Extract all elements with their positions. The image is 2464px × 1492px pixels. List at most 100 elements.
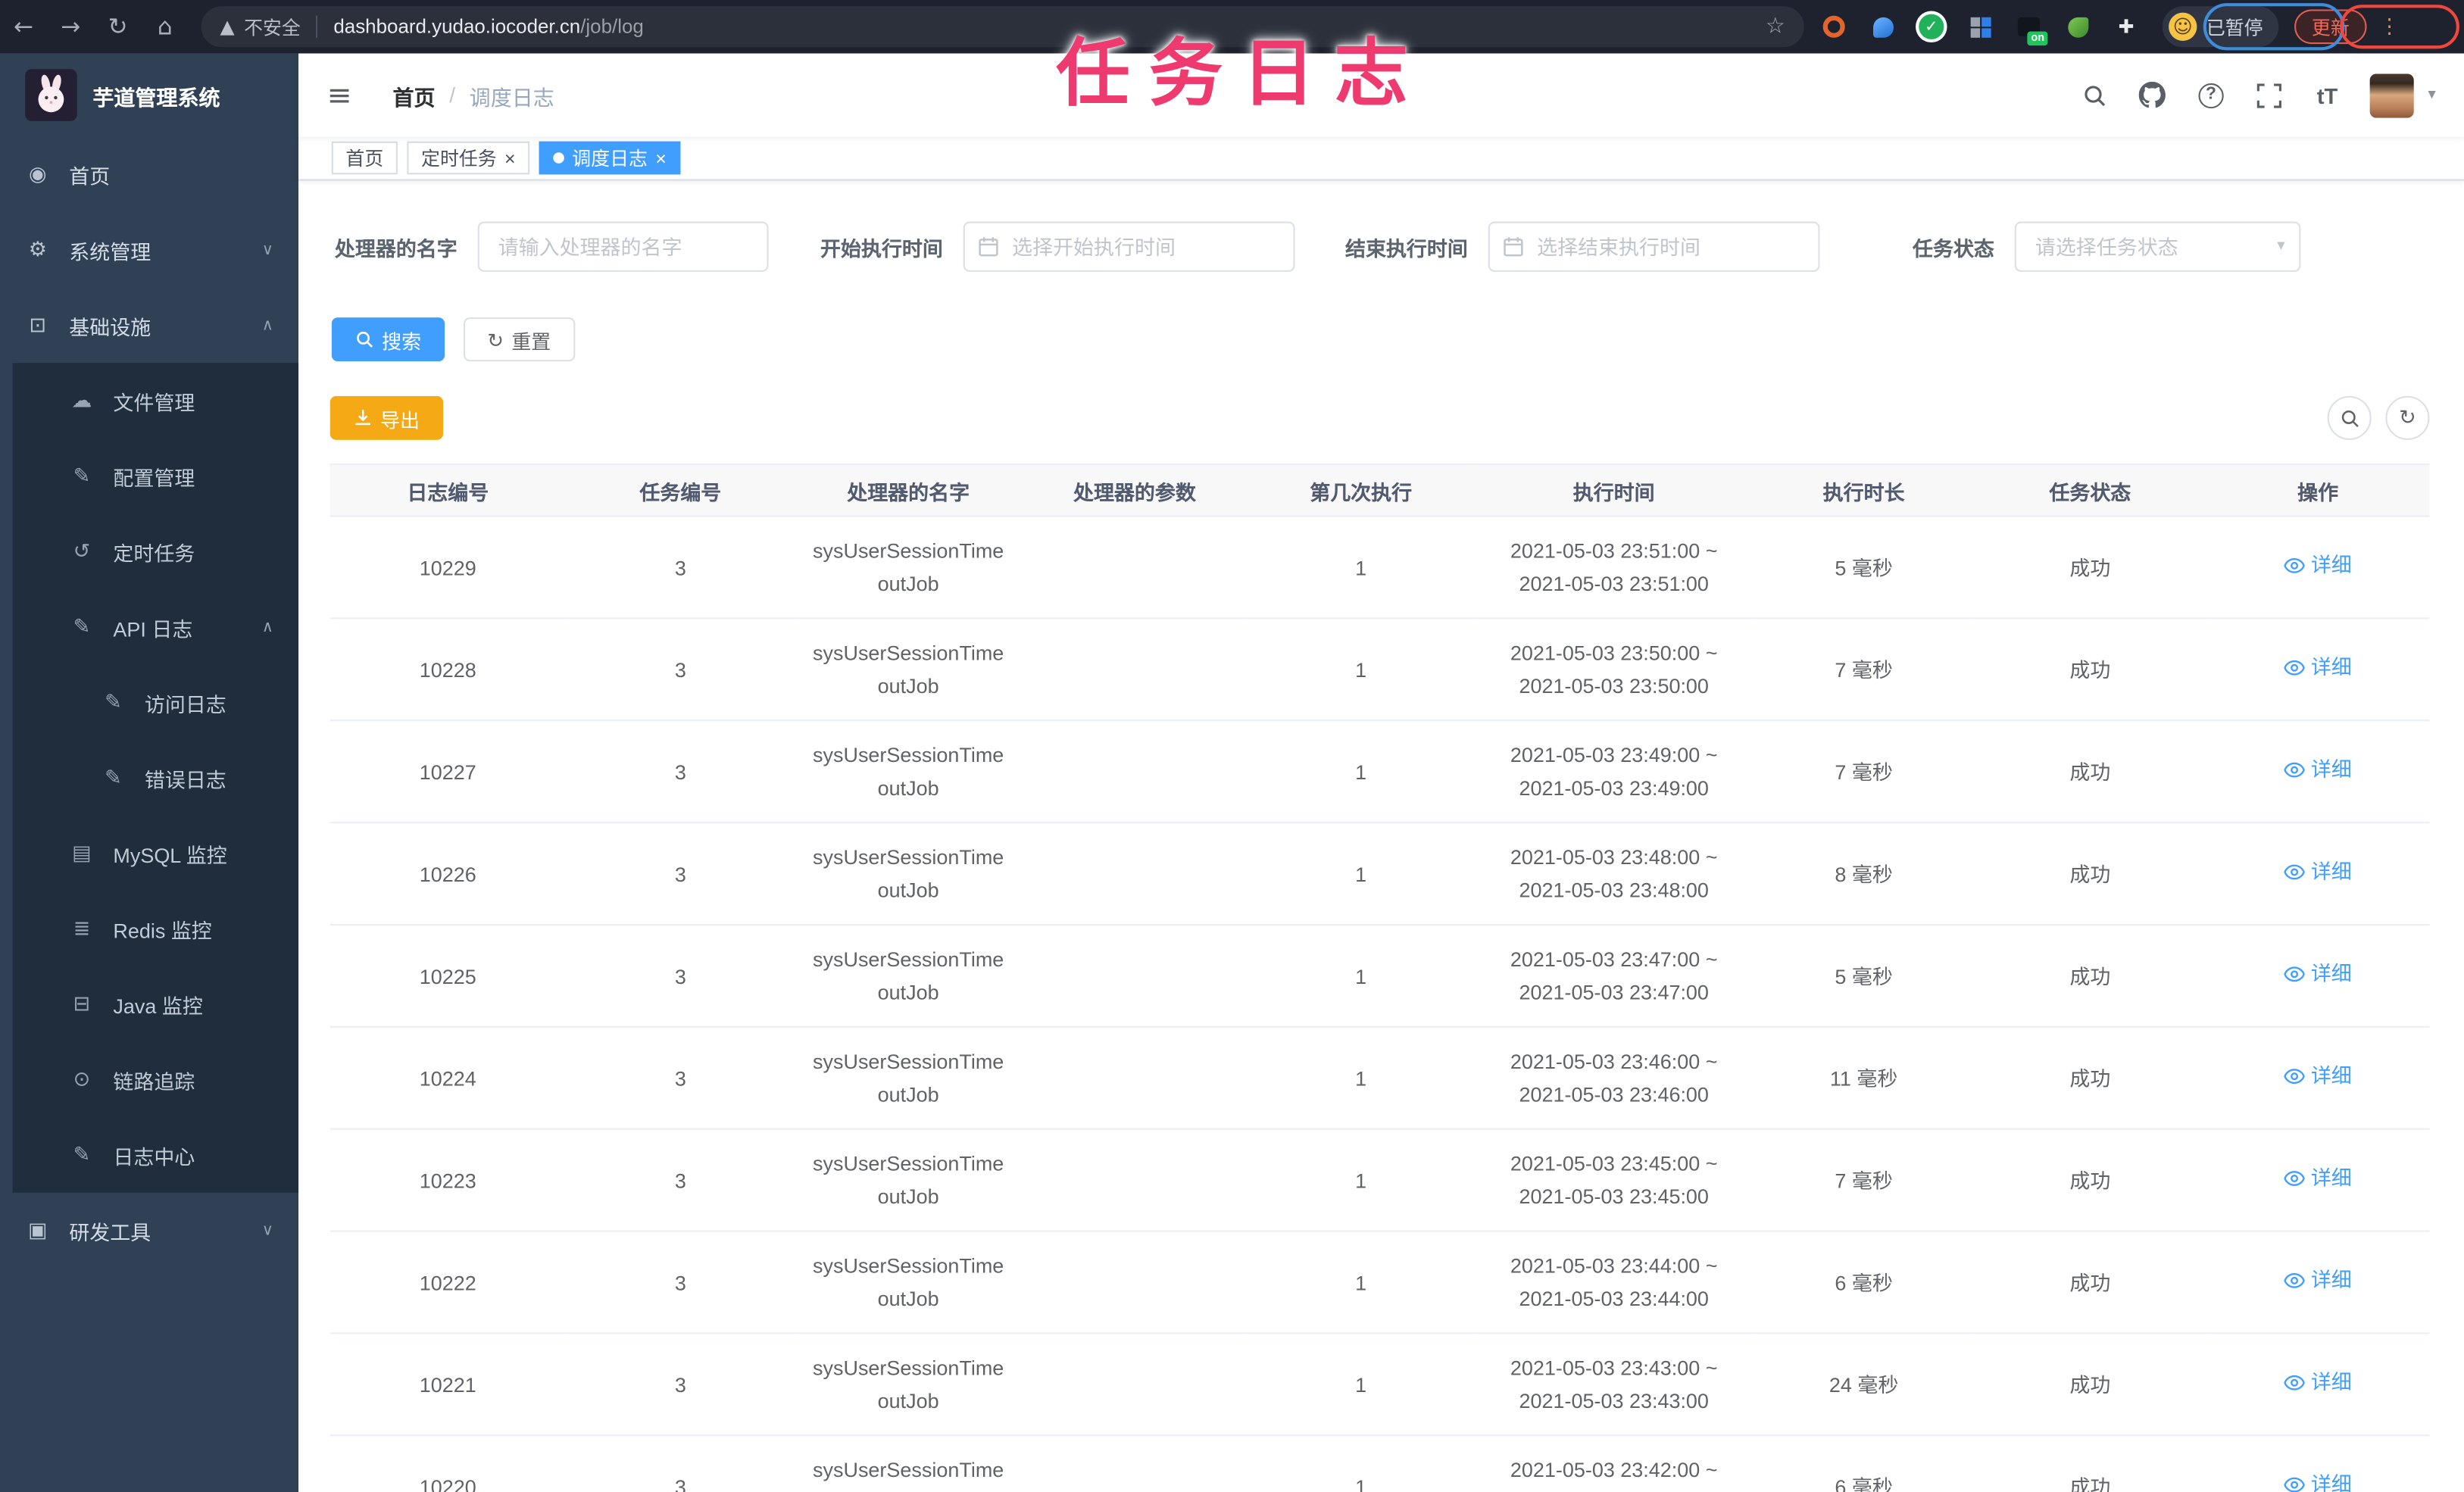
export-button[interactable]: 导出: [329, 395, 444, 440]
execute-time-start: 2021-05-03 23:48:00 ~: [1510, 845, 1718, 869]
end-time-input[interactable]: [1488, 221, 1820, 272]
sidebar-item-8[interactable]: ✎ 错误日志: [13, 740, 299, 816]
search-icon[interactable]: [2079, 80, 2110, 111]
caret-down-icon[interactable]: ▾: [2428, 86, 2435, 104]
home-icon[interactable]: ⌂: [142, 13, 189, 41]
forward-icon[interactable]: →: [47, 13, 94, 41]
browser-update-button[interactable]: 更新: [2294, 9, 2367, 45]
green-check-extension-icon[interactable]: ✓: [1917, 13, 1945, 41]
edit-icon: ✎: [105, 766, 122, 790]
avatar[interactable]: [2369, 73, 2414, 117]
tab-label: 调度日志: [572, 148, 648, 170]
tab-0[interactable]: 首页: [331, 141, 398, 175]
font-size-icon[interactable]: tT: [2312, 80, 2343, 111]
content: 处理器的名字 开始执行时间: [298, 180, 2464, 1492]
cell-job-id: 3: [565, 618, 795, 722]
detail-link-label: 详细: [2310, 1064, 2352, 1088]
cell-handler-name: sysUserSessionTimeoutJob: [795, 618, 1022, 722]
detail-link[interactable]: 详细: [2284, 753, 2352, 786]
detail-link[interactable]: 详细: [2284, 1060, 2352, 1093]
detail-link[interactable]: 详细: [2284, 1162, 2352, 1195]
cell-status: 成功: [1973, 516, 2206, 620]
sidebar-item-4[interactable]: ✎ 配置管理: [13, 439, 299, 514]
sidebar-item-0[interactable]: ◉ 首页: [0, 136, 298, 212]
sidebar-item-5[interactable]: ↺ 定时任务: [13, 513, 299, 589]
refresh-table-button[interactable]: ↻: [2385, 395, 2430, 440]
sidebar-item-12[interactable]: ⊙ 链路追踪: [13, 1042, 299, 1118]
sidebar-item-9[interactable]: ▤ MySQL 监控: [13, 816, 299, 891]
detail-link[interactable]: 详细: [2284, 1366, 2352, 1399]
table-row: 10227 3 sysUserSessionTimeoutJob 1 2021-05-0…: [329, 720, 2430, 824]
table-row: 102203sysUserSessionTimeoutJob12021-05-0…: [329, 1435, 2430, 1492]
sidebar-item-6[interactable]: ✎ API 日志 ∧: [13, 589, 299, 665]
sidebar-item-3[interactable]: ☁ 文件管理: [13, 363, 299, 439]
toggle-search-button[interactable]: [2327, 395, 2372, 440]
sidebar-item-1[interactable]: ⚙ 系统管理 ∨: [0, 212, 298, 288]
blue-pin-extension-icon[interactable]: [1869, 13, 1897, 41]
dark-switch-extension-icon[interactable]: on: [2015, 13, 2048, 46]
sidebar-item-label: 配置管理: [113, 466, 195, 490]
table-row: 10221 3 sysUserSessionTimeoutJob 1 2021-05-0…: [329, 1333, 2430, 1437]
sidebar-item-2[interactable]: ⊡ 基础设施 ∧: [0, 288, 298, 364]
orange-ring-extension-icon[interactable]: [1820, 13, 1848, 41]
job-log-table: 日志编号 任务编号 处理器的名字 处理器的参数 第几次执行 执行时间 执行时长 任务状态 操作 …: [329, 464, 2430, 1492]
cell-job-id: 3: [565, 1231, 795, 1334]
grid-extension-icon[interactable]: [1966, 13, 1994, 41]
logo[interactable]: 芋道管理系统: [0, 54, 298, 137]
detail-link[interactable]: 详细: [2284, 855, 2352, 888]
cell-job-id: 3: [565, 924, 795, 1028]
breadcrumb-home[interactable]: 首页: [393, 80, 436, 111]
tab-1[interactable]: 定时任务 ×: [407, 141, 530, 175]
sidebar-item-13[interactable]: ✎ 日志中心: [13, 1117, 299, 1193]
github-icon[interactable]: [2138, 80, 2169, 111]
url-bar[interactable]: ▲ 不安全 dashboard.yudao.iocoder.cn /job/lo…: [201, 6, 1804, 48]
column-header: 执行时间: [1474, 464, 1754, 517]
start-time-input[interactable]: [963, 221, 1295, 272]
search-button[interactable]: 搜索: [331, 317, 445, 362]
close-tab-icon[interactable]: ×: [655, 148, 667, 167]
sidebar-item-10[interactable]: ≣ Redis 监控: [13, 891, 299, 966]
handler-name-input[interactable]: [477, 221, 769, 272]
detail-link[interactable]: 详细: [2284, 1264, 2352, 1297]
reload-icon[interactable]: ↻: [94, 13, 141, 41]
execute-time-end: 2021-05-03 23:50:00: [1519, 674, 1709, 698]
cell-handler-param: [1021, 1026, 1248, 1130]
profile-status: 已暂停: [2206, 16, 2263, 39]
tab-2[interactable]: 调度日志 ×: [539, 141, 681, 175]
green-leaf-extension-icon[interactable]: [2063, 13, 2091, 41]
puzzle-extension-icon[interactable]: ✚: [2112, 13, 2140, 41]
cell-handler-param: [1021, 720, 1248, 824]
browser-profile-chip[interactable]: ☺ 已暂停: [2162, 6, 2279, 48]
browser-menu-icon[interactable]: ⋮: [2379, 14, 2400, 39]
cell-log-id: 10229: [329, 516, 566, 620]
sidebar-item-11[interactable]: ⊟ Java 监控: [13, 966, 299, 1042]
bookmark-star-icon[interactable]: ☆: [1766, 14, 1785, 39]
table-row: 10223 3 sysUserSessionTimeoutJob 1 2021-05-0…: [329, 1128, 2430, 1232]
sidebar-item-label: 文件管理: [113, 390, 195, 414]
table-row: 10226 3 sysUserSessionTimeoutJob 1 2021-05-0…: [329, 822, 2430, 925]
cell-duration: 5 毫秒: [1754, 924, 1974, 1028]
column-header: 操作: [2206, 464, 2430, 517]
job-status-select[interactable]: [2014, 221, 2301, 272]
chevron-down-icon: ∨: [261, 1222, 273, 1239]
table-body: 10229 3 sysUserSessionTimeoutJob 1 2021-05-0…: [329, 516, 2430, 1492]
sidebar-item-7[interactable]: ✎ 访问日志: [13, 665, 299, 741]
execute-time-start: 2021-05-03 23:46:00 ~: [1510, 1049, 1718, 1074]
fullscreen-icon[interactable]: [2253, 80, 2284, 111]
detail-link[interactable]: 详细: [2284, 549, 2352, 582]
sidebar-item-label: 定时任务: [113, 541, 195, 565]
chevron-down-icon: ▾: [2277, 237, 2285, 255]
detail-link[interactable]: 详细: [2284, 651, 2352, 684]
hamburger-icon[interactable]: ≡: [327, 78, 352, 113]
help-icon[interactable]: ?: [2195, 80, 2226, 111]
execute-time-end: 2021-05-03 23:43:00: [1519, 1389, 1709, 1413]
detail-link[interactable]: 详细: [2284, 957, 2352, 991]
column-header: 处理器的名字: [795, 464, 1022, 517]
timer-icon: ↺: [73, 539, 91, 563]
back-icon[interactable]: ←: [0, 13, 47, 41]
reset-button[interactable]: ↻ 重置: [464, 317, 575, 362]
close-tab-icon[interactable]: ×: [504, 148, 516, 167]
end-time-field-wrap: [1488, 221, 1820, 272]
sidebar-item-14[interactable]: ▣ 研发工具 ∨: [0, 1193, 298, 1269]
detail-link[interactable]: 详细: [2284, 1468, 2352, 1492]
